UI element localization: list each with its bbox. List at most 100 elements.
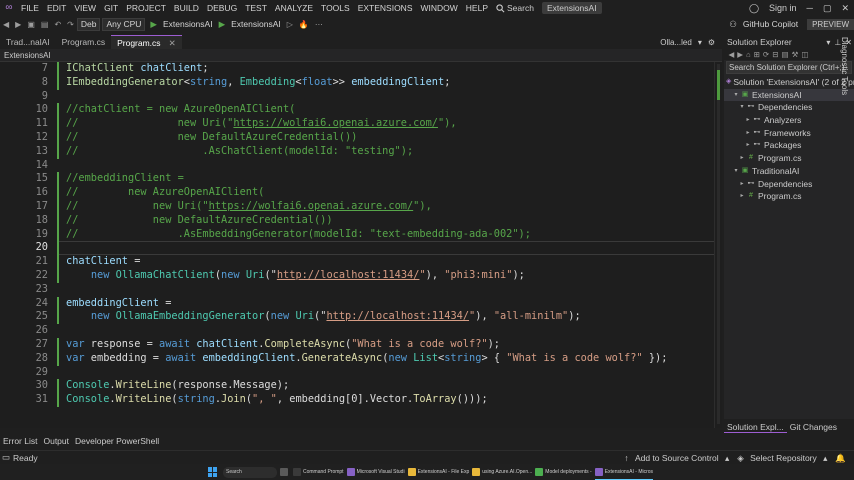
expanded-arrow-icon[interactable]: ▾ bbox=[732, 89, 740, 102]
code-line[interactable]: 13 // .AsChatClient(modelId: "testing"); bbox=[0, 144, 720, 159]
account-icon[interactable]: ◯ bbox=[744, 3, 764, 14]
tab-git-changes[interactable]: Git Changes bbox=[787, 422, 840, 432]
tree-item[interactable]: ▸ ⊷ Frameworks bbox=[724, 127, 854, 140]
tab-traditionalai[interactable]: Trad...nalAI bbox=[0, 35, 56, 49]
menu-item-test[interactable]: TEST bbox=[241, 3, 271, 13]
vertical-scrollbar[interactable] bbox=[714, 62, 722, 428]
collapsed-arrow-icon[interactable]: ▸ bbox=[738, 178, 746, 191]
code-line[interactable]: 17 // new Uri("https://wolfai6.openai.azu… bbox=[0, 200, 720, 214]
menu-item-build[interactable]: BUILD bbox=[170, 3, 203, 13]
start-without-debugging-icon[interactable]: ▷ bbox=[284, 20, 296, 29]
taskbar-app[interactable]: ExtensionsAI - File Exp bbox=[407, 464, 469, 480]
properties-icon[interactable]: ⚒ bbox=[790, 50, 800, 59]
solution-search-input[interactable]: Search Solution Explorer (Ctrl+;) bbox=[726, 61, 852, 74]
taskbar-search[interactable]: Search bbox=[223, 466, 277, 478]
code-line[interactable]: 29 bbox=[0, 366, 720, 380]
code-line[interactable]: 30 Console.WriteLine(response.Message); bbox=[0, 379, 720, 394]
code-line[interactable]: 24 embeddingClient = bbox=[0, 296, 720, 311]
undo-icon[interactable]: ↶ bbox=[51, 20, 64, 29]
code-line[interactable]: 12 // new DefaultAzureCredential()) bbox=[0, 131, 720, 145]
code-line[interactable]: 16 // new AzureOpenAIClient( bbox=[0, 186, 720, 200]
collapse-all-icon[interactable]: ⊟ bbox=[771, 50, 780, 59]
code-line[interactable]: 11 // new Uri("https://wolfai6.openai.azu… bbox=[0, 117, 720, 131]
back-icon[interactable]: ◀ bbox=[727, 50, 736, 59]
menu-item-window[interactable]: WINDOW bbox=[417, 3, 462, 13]
collapsed-arrow-icon[interactable]: ▸ bbox=[738, 152, 746, 165]
code-line[interactable]: 15 //embeddingClient = bbox=[0, 172, 720, 187]
add-to-source-control-button[interactable]: ↑ Add to Source Control ▴ bbox=[620, 453, 733, 464]
search-box[interactable]: Search bbox=[496, 3, 534, 13]
code-line[interactable]: 10 //chatClient = new AzureOpenAIClient( bbox=[0, 103, 720, 118]
code-line[interactable]: 23 bbox=[0, 283, 720, 297]
menu-item-analyze[interactable]: ANALYZE bbox=[271, 3, 317, 13]
sign-in-link[interactable]: Sign in bbox=[764, 3, 802, 13]
code-line[interactable]: 7 IChatClient chatClient; bbox=[0, 62, 720, 76]
tab-output[interactable]: Output bbox=[40, 436, 72, 446]
code-line[interactable]: 31 Console.WriteLine(string.Join(", ", em… bbox=[0, 393, 720, 407]
settings-icon[interactable]: ⚙ bbox=[705, 38, 718, 47]
tree-item[interactable]: ▸ ⊷ Dependencies bbox=[724, 178, 854, 191]
toolbar-more-icon[interactable]: ⋯ bbox=[312, 20, 326, 29]
save-icon[interactable]: ▤ bbox=[38, 20, 52, 29]
sync-icon[interactable]: ⟳ bbox=[761, 50, 770, 59]
taskbar-app[interactable] bbox=[280, 464, 290, 480]
taskbar-app[interactable]: Command Prompt bbox=[293, 464, 344, 480]
taskbar-app[interactable]: Microsoft Visual Studi bbox=[346, 464, 405, 480]
menu-item-git[interactable]: GIT bbox=[100, 3, 122, 13]
hot-reload-icon[interactable]: 🔥 bbox=[296, 20, 312, 29]
code-line[interactable]: 9 bbox=[0, 90, 720, 104]
tab-program-cs-active[interactable]: Program.cs ✕ bbox=[111, 35, 182, 49]
preview-badge[interactable]: PREVIEW bbox=[807, 18, 854, 30]
code-editor[interactable]: 7 IChatClient chatClient; 8 IEmbeddingGener… bbox=[0, 62, 722, 428]
taskbar-app[interactable]: Model deployments - bbox=[535, 464, 592, 480]
copilot-button[interactable]: GitHub Copilot bbox=[740, 19, 801, 29]
menu-item-project[interactable]: PROJECT bbox=[122, 3, 170, 13]
dropdown-icon[interactable]: ▾ bbox=[824, 38, 832, 47]
horizontal-scrollbar[interactable] bbox=[0, 422, 714, 428]
code-line[interactable]: 19 // .AsEmbeddingGenerator(modelId: "tex… bbox=[0, 227, 720, 242]
windows-start-icon[interactable] bbox=[208, 467, 218, 477]
code-line[interactable]: 18 // new DefaultAzureCredential()) bbox=[0, 213, 720, 228]
switch-views-icon[interactable]: ⊞ bbox=[752, 50, 761, 59]
select-repository-button[interactable]: ◈ Select Repository ▴ bbox=[733, 453, 831, 464]
collapsed-arrow-icon[interactable]: ▸ bbox=[744, 127, 752, 140]
forward-icon[interactable]: ▶ bbox=[12, 20, 24, 29]
menu-item-debug[interactable]: DEBUG bbox=[203, 3, 241, 13]
expanded-arrow-icon[interactable]: ▾ bbox=[738, 101, 746, 114]
expanded-arrow-icon[interactable]: ▾ bbox=[732, 165, 740, 178]
taskbar-app[interactable]: using Azure.AI.Open... bbox=[472, 464, 532, 480]
close-tab-icon[interactable]: ✕ bbox=[169, 38, 176, 48]
configuration-dropdown[interactable]: Deb bbox=[76, 17, 101, 31]
tab-list-icon[interactable]: ▾ bbox=[695, 38, 705, 47]
code-line[interactable]: 22 new OllamaChatClient(new Uri("http://… bbox=[0, 269, 720, 283]
minimize-icon[interactable]: ─ bbox=[802, 3, 818, 13]
code-line[interactable]: 20 bbox=[0, 241, 720, 256]
menu-item-tools[interactable]: TOOLS bbox=[317, 3, 354, 13]
close-window-icon[interactable]: ✕ bbox=[836, 3, 854, 14]
preview-icon[interactable]: ◫ bbox=[800, 50, 810, 59]
tab-program-cs-1[interactable]: Program.cs bbox=[56, 35, 111, 49]
code-line[interactable]: 8 IEmbeddingGenerator<string, Embedding<f… bbox=[0, 75, 720, 90]
tree-item[interactable]: ▸ # Program.cs bbox=[724, 152, 854, 165]
show-all-files-icon[interactable]: ▤ bbox=[780, 50, 790, 59]
collapsed-arrow-icon[interactable]: ▸ bbox=[744, 114, 752, 127]
code-line[interactable]: 14 bbox=[0, 159, 720, 173]
back-icon[interactable]: ◀ bbox=[0, 20, 12, 29]
tab-solution-explorer[interactable]: Solution Expl... bbox=[724, 422, 787, 433]
scrollbar-thumb[interactable] bbox=[717, 70, 720, 100]
taskbar-app[interactable]: ExtensionsAI - Micros bbox=[594, 464, 654, 480]
menu-item-edit[interactable]: EDIT bbox=[43, 3, 70, 13]
menu-item-help[interactable]: HELP bbox=[462, 3, 492, 13]
platform-dropdown[interactable]: Any CPU bbox=[102, 17, 146, 31]
system-tray-clock[interactable] bbox=[847, 466, 848, 478]
code-line[interactable]: 28 var embedding = await embeddingClient.… bbox=[0, 351, 720, 366]
notifications-icon[interactable]: 🔔 bbox=[831, 453, 850, 464]
run-icon[interactable]: ▶ bbox=[216, 19, 229, 30]
code-line[interactable]: 21 chatClient = bbox=[0, 255, 720, 269]
forward-icon[interactable]: ▶ bbox=[736, 50, 745, 59]
tree-item[interactable]: ▸ ⊷ Packages bbox=[724, 139, 854, 152]
run-target-button[interactable]: ExtensionsAI bbox=[228, 19, 284, 29]
new-item-icon[interactable]: ▣ bbox=[24, 20, 38, 29]
collapsed-arrow-icon[interactable]: ▸ bbox=[744, 139, 752, 152]
tree-item[interactable]: ▸ # Program.cs bbox=[724, 190, 854, 203]
